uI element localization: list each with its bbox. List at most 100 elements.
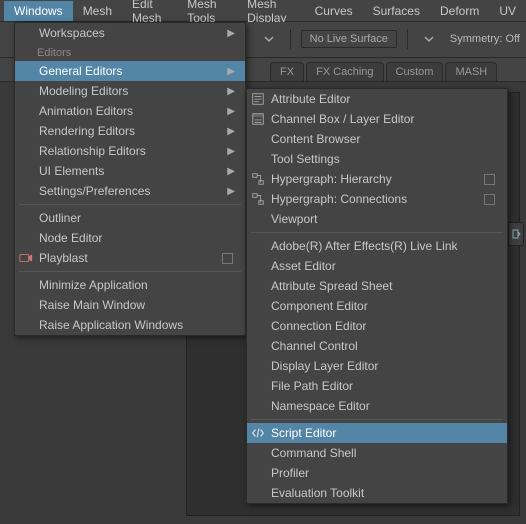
menu-item-evaluation-toolkit[interactable]: Evaluation Toolkit [247, 483, 507, 503]
menu-item-label: Raise Application Windows [37, 318, 237, 332]
menu-item-command-shell[interactable]: Command Shell [247, 443, 507, 463]
menu-item-label: Channel Control [269, 339, 499, 353]
submenu-arrow-icon: ▶ [227, 106, 235, 117]
menu-item-viewport[interactable]: Viewport [247, 209, 507, 229]
menu-item-asset-editor[interactable]: Asset Editor [247, 256, 507, 276]
submenu-arrow-icon: ▶ [227, 186, 235, 197]
menu-item-file-path-editor[interactable]: File Path Editor [247, 376, 507, 396]
menu-item-script-editor[interactable]: Script Editor [247, 423, 507, 443]
menu-item-minimize-application[interactable]: Minimize Application [15, 275, 245, 295]
menubar-item-uv[interactable]: UV [489, 1, 526, 21]
menu-item-rendering-editors[interactable]: Rendering Editors▶ [15, 121, 245, 141]
hypergraph-icon [247, 192, 269, 206]
hypergraph-icon [247, 172, 269, 186]
menu-item-label: Channel Box / Layer Editor [269, 112, 499, 126]
menu-section-label: Editors [15, 43, 245, 61]
menu-item-label: Connection Editor [269, 319, 499, 333]
side-toggle-icon[interactable] [508, 222, 524, 246]
menu-item-channel-box-layer-editor[interactable]: Channel Box / Layer Editor [247, 109, 507, 129]
menu-item-hypergraph-connections[interactable]: Hypergraph: Connections [247, 189, 507, 209]
menu-item-label: Minimize Application [37, 278, 237, 292]
menu-item-connection-editor[interactable]: Connection Editor [247, 316, 507, 336]
menu-item-label: Command Shell [269, 446, 499, 460]
menu-item-raise-application-windows[interactable]: Raise Application Windows [15, 315, 245, 335]
menu-item-label: Attribute Spread Sheet [269, 279, 499, 293]
menu-item-label: Raise Main Window [37, 298, 237, 312]
menu-item-label: Hypergraph: Connections [269, 192, 484, 206]
menu-item-label: Hypergraph: Hierarchy [269, 172, 484, 186]
menu-item-modeling-editors[interactable]: Modeling Editors▶ [15, 81, 245, 101]
menu-item-label: Attribute Editor [269, 92, 499, 106]
menu-separator [251, 232, 503, 233]
menu-item-playblast[interactable]: Playblast [15, 248, 245, 268]
menubar-item-curves[interactable]: Curves [305, 1, 363, 21]
menu-item-relationship-editors[interactable]: Relationship Editors▶ [15, 141, 245, 161]
general-editors-menu: Attribute Editor Channel Box / Layer Edit… [246, 88, 508, 504]
menubar-item-windows[interactable]: Windows [4, 1, 73, 21]
shelf-tab-fx-caching[interactable]: FX Caching [306, 62, 383, 81]
chevron-down-icon[interactable] [258, 28, 280, 50]
shelf-tab-mash[interactable]: MASH [445, 62, 497, 81]
submenu-arrow-icon: ▶ [227, 66, 235, 77]
windows-menu: Workspaces ▶ Editors General Editors▶Mod… [14, 22, 246, 336]
menu-separator [19, 271, 241, 272]
menu-item-component-editor[interactable]: Component Editor [247, 296, 507, 316]
channel-box-icon [247, 112, 269, 126]
symmetry-label[interactable]: Symmetry: Off [450, 33, 520, 45]
menu-item-attribute-spread-sheet[interactable]: Attribute Spread Sheet [247, 276, 507, 296]
menubar-item-deform[interactable]: Deform [430, 1, 489, 21]
menu-item-label: UI Elements [37, 164, 227, 178]
menu-item-label: Tool Settings [269, 152, 499, 166]
menu-item-hypergraph-hierarchy[interactable]: Hypergraph: Hierarchy [247, 169, 507, 189]
menu-item-label: Animation Editors [37, 104, 227, 118]
menu-item-profiler[interactable]: Profiler [247, 463, 507, 483]
menu-item-label: Asset Editor [269, 259, 499, 273]
menu-item-label: General Editors [37, 64, 227, 78]
menu-item-namespace-editor[interactable]: Namespace Editor [247, 396, 507, 416]
menu-item-label: Component Editor [269, 299, 499, 313]
menu-item-adobe-r-after-effects-r-live-link[interactable]: Adobe(R) After Effects(R) Live Link [247, 236, 507, 256]
submenu-arrow-icon: ▶ [227, 28, 235, 39]
chevron-down-icon[interactable] [418, 28, 440, 50]
menu-item-workspaces[interactable]: Workspaces ▶ [15, 23, 245, 43]
option-box-icon[interactable] [222, 253, 233, 264]
playblast-icon [15, 251, 37, 265]
attr-editor-icon [247, 92, 269, 106]
menu-item-node-editor[interactable]: Node Editor [15, 228, 245, 248]
menu-item-label: Script Editor [269, 426, 499, 440]
menu-item-label: Workspaces [37, 26, 227, 40]
menu-item-label: Viewport [269, 212, 499, 226]
menu-item-content-browser[interactable]: Content Browser [247, 129, 507, 149]
menu-item-label: Modeling Editors [37, 84, 227, 98]
option-box-icon[interactable] [484, 174, 495, 185]
submenu-arrow-icon: ▶ [227, 146, 235, 157]
menu-item-raise-main-window[interactable]: Raise Main Window [15, 295, 245, 315]
menu-item-channel-control[interactable]: Channel Control [247, 336, 507, 356]
menu-item-label: Settings/Preferences [37, 184, 227, 198]
menu-item-label: Outliner [37, 211, 237, 225]
menu-item-tool-settings[interactable]: Tool Settings [247, 149, 507, 169]
menu-item-outliner[interactable]: Outliner [15, 208, 245, 228]
menu-item-label: Namespace Editor [269, 399, 499, 413]
menu-item-label: Relationship Editors [37, 144, 227, 158]
menu-item-label: Display Layer Editor [269, 359, 499, 373]
menubar-item-surfaces[interactable]: Surfaces [363, 1, 430, 21]
menu-item-label: Node Editor [37, 231, 237, 245]
shelf-tab-fx[interactable]: FX [270, 62, 304, 81]
menubar-item-mesh[interactable]: Mesh [73, 1, 122, 21]
menu-item-label: Evaluation Toolkit [269, 486, 499, 500]
submenu-arrow-icon: ▶ [227, 166, 235, 177]
menubar: WindowsMeshEdit MeshMesh ToolsMesh Displ… [0, 0, 526, 22]
menu-item-animation-editors[interactable]: Animation Editors▶ [15, 101, 245, 121]
menu-item-display-layer-editor[interactable]: Display Layer Editor [247, 356, 507, 376]
live-surface-field[interactable]: No Live Surface [301, 30, 397, 48]
option-box-icon[interactable] [484, 194, 495, 205]
submenu-arrow-icon: ▶ [227, 86, 235, 97]
menu-item-attribute-editor[interactable]: Attribute Editor [247, 89, 507, 109]
menu-item-label: Content Browser [269, 132, 499, 146]
menu-item-settings-preferences[interactable]: Settings/Preferences▶ [15, 181, 245, 201]
shelf-tab-custom[interactable]: Custom [386, 62, 444, 81]
menu-item-general-editors[interactable]: General Editors▶ [15, 61, 245, 81]
menu-item-label: Adobe(R) After Effects(R) Live Link [269, 239, 499, 253]
menu-item-ui-elements[interactable]: UI Elements▶ [15, 161, 245, 181]
